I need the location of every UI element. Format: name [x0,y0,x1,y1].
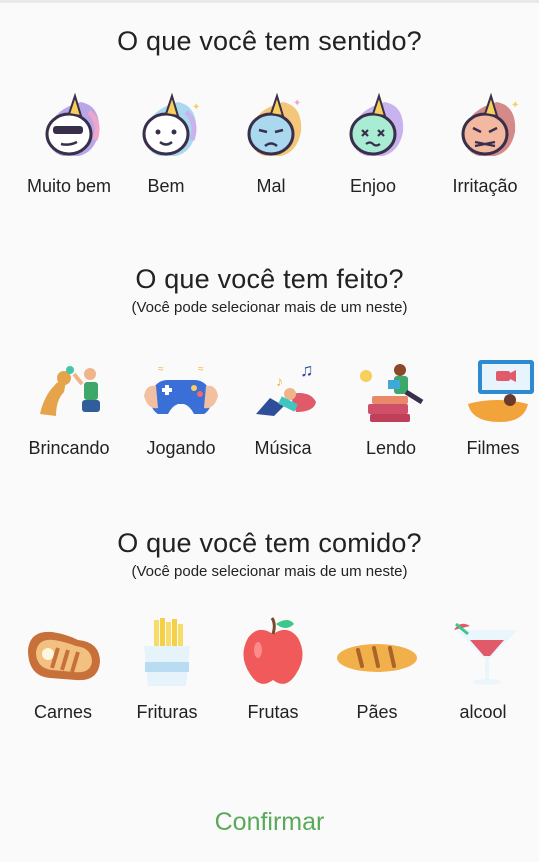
top-divider [0,0,539,3]
unicorn-cool-icon [45,92,100,156]
option-label: Enjoo [349,176,397,196]
section-feelings: O que você tem sentido? [0,26,539,57]
unicorn-happy-icon: ✦ [142,92,200,156]
option-frituras[interactable]: Frituras [114,616,220,726]
option-carnes[interactable]: Carnes [10,616,116,726]
french-fries-icon [144,618,190,686]
option-label: alcool [459,702,507,722]
option-filmes[interactable]: Filmes [440,356,539,466]
option-alcool[interactable]: alcool [430,616,536,726]
cocktail-icon [454,622,518,685]
svg-text:♪: ♪ [276,373,283,389]
option-brincando[interactable]: Brincando [16,356,122,466]
option-paes[interactable]: Pães [324,616,430,726]
option-label: Brincando [28,438,110,458]
apple-icon [243,617,303,684]
game-controller-icon: ≈ ≈ [144,364,218,414]
svg-text:✦: ✦ [511,100,519,111]
section-title-feelings: O que você tem sentido? [117,26,422,56]
section-title-food: O que você tem comido? [117,528,422,558]
music-listening-icon: ♫ ♪ [256,360,316,416]
activities-row: Brincando ≈ ≈ Jogando ♫ ♪ Música Lendo F… [0,356,539,466]
section-subtitle-activities: (Você pode selecionar mais de um neste) [131,299,408,316]
unicorn-sick-icon [349,92,404,156]
svg-text:♫: ♫ [300,360,314,380]
bread-icon [337,644,417,672]
movies-tv-icon [468,360,534,422]
option-label: Filmes [466,438,520,458]
playing-with-dog-icon [40,366,100,416]
unicorn-annoyed-icon: ✦ [461,92,519,156]
option-musica[interactable]: ♫ ♪ Música [230,356,336,466]
option-lendo[interactable]: Lendo [338,356,444,466]
unicorn-sad-icon: ✦ [247,92,301,156]
option-enjoo[interactable]: Enjoo [320,92,426,202]
section-activities: O que você tem feito? (Você pode selecio… [0,264,539,316]
section-title-activities: O que você tem feito? [135,264,404,294]
svg-text:≈: ≈ [198,364,204,375]
option-irritacao[interactable]: ✦ Irritação [432,92,538,202]
svg-text:✦: ✦ [192,102,200,113]
section-food: O que você tem comido? (Você pode seleci… [0,528,539,580]
reading-books-icon [360,364,424,422]
option-bem[interactable]: ✦ Bem [113,92,219,202]
confirm-button[interactable]: Confirmar [0,808,539,837]
option-jogando[interactable]: ≈ ≈ Jogando [128,356,234,466]
steak-icon [28,631,100,681]
option-frutas[interactable]: Frutas [220,616,326,726]
section-subtitle-food: (Você pode selecionar mais de um neste) [131,563,408,580]
feelings-row: Muito bem ✦ Bem ✦ Mal Enjoo ✦ Irritação [0,92,539,202]
option-label: Irritação [452,176,518,196]
food-row: Carnes Frituras Frutas Pães alcool [0,616,539,726]
svg-text:≈: ≈ [158,364,164,375]
svg-text:✦: ✦ [293,98,301,109]
option-mal[interactable]: ✦ Mal [218,92,324,202]
